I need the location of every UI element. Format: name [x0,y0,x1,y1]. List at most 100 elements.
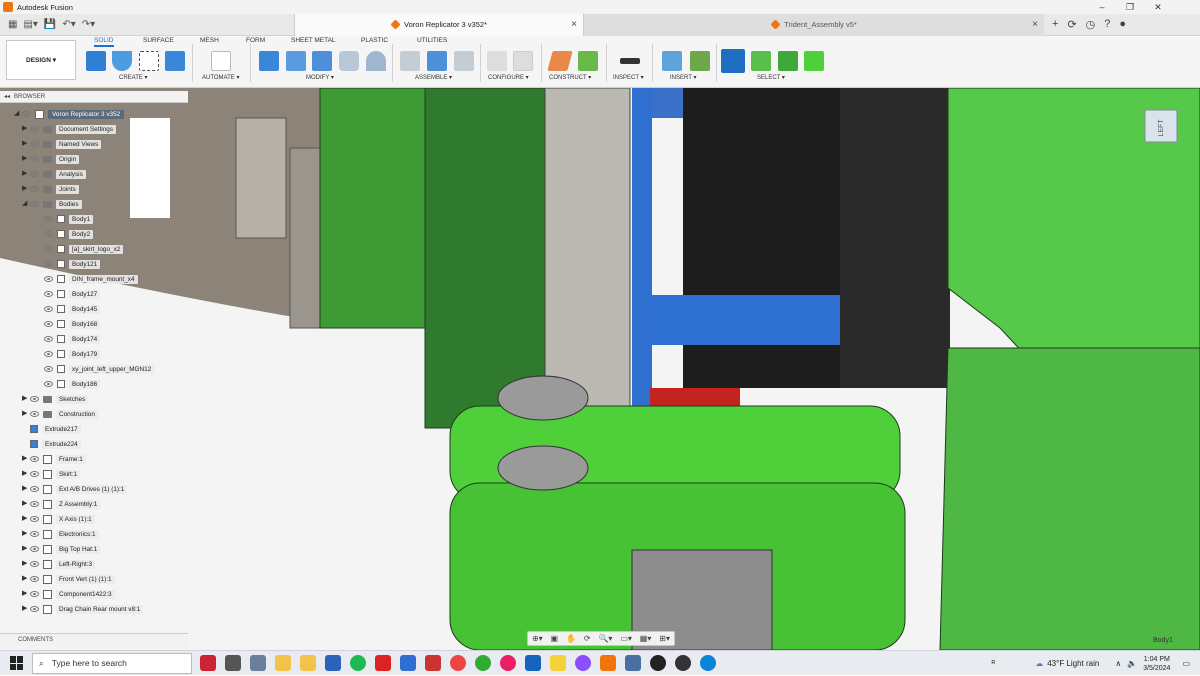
insert-mcmaster-icon[interactable] [690,51,710,71]
redo-icon[interactable]: ↷▾ [82,19,95,30]
visibility-icon[interactable] [30,546,39,552]
browser-item[interactable]: ▶ Construction [22,407,98,421]
weather-icon[interactable]: ☁ [1035,659,1043,668]
visibility-icon[interactable] [44,351,53,357]
expand-arrow-icon[interactable]: ▶ [22,410,30,418]
browser-item[interactable]: Body174 [36,332,101,346]
app-icon-tools[interactable] [625,655,641,671]
workspace-switcher[interactable]: DESIGN ▾ [6,40,76,80]
browser-item[interactable]: Extrude224 [22,437,81,451]
combine-icon[interactable] [366,51,386,71]
browser-item[interactable]: ▶ Analysis [22,167,86,181]
visibility-icon[interactable] [44,366,53,372]
expand-arrow-icon[interactable]: ▶ [22,455,30,463]
browser-item[interactable]: DIN_frame_mount_x4 [36,272,138,286]
tab-close-icon[interactable]: × [571,19,577,30]
browser-item[interactable]: ▶ Z Assembly:1 [22,497,101,511]
configure-table-icon[interactable] [513,51,533,71]
browser-item[interactable]: ▶ X Axis (1):1 [22,512,95,526]
spotify-icon[interactable] [350,655,366,671]
create-more-icon[interactable] [165,51,185,71]
browser-item[interactable]: ◢ Bodies [22,197,82,211]
job-status-icon[interactable]: ⟳ [1067,18,1076,31]
insert-menu[interactable]: INSERT ▾ [670,74,696,81]
clock[interactable]: 1:04 PM 3/5/2024 [1143,655,1170,673]
collapse-icon[interactable]: ◂◂ [4,93,10,100]
slack-icon[interactable] [500,655,516,671]
grid-icon[interactable]: ▦ [8,19,17,30]
browser-item[interactable]: ▶ Named Views [22,137,102,151]
collapse-arrow-icon[interactable]: ◢ [14,110,22,118]
github-icon[interactable] [650,655,666,671]
visibility-icon[interactable] [30,171,39,177]
press-pull-icon[interactable] [259,51,279,71]
joint-icon[interactable] [400,51,420,71]
browser-item[interactable]: ▶ Ext A/B Drives (1) (1):1 [22,482,128,496]
browser-item[interactable]: xy_joint_left_upper_MGN12 [36,362,155,376]
expand-arrow-icon[interactable]: ◢ [22,200,30,208]
visibility-icon[interactable] [30,156,39,162]
fillet-icon[interactable] [286,51,306,71]
tab-close-icon[interactable]: × [1032,19,1038,30]
select-body-icon[interactable] [751,51,771,71]
browser-item[interactable]: Body127 [36,287,101,301]
visibility-icon[interactable] [30,471,39,477]
construct-menu[interactable]: CONSTRUCT ▾ [549,74,591,81]
select-component-icon[interactable] [804,51,824,71]
browser-item[interactable]: Extrude217 [22,422,81,436]
select-menu[interactable]: SELECT ▾ [757,74,785,81]
tab-utilities[interactable]: UTILITIES [417,37,447,44]
select-icon[interactable] [721,49,745,73]
chrome-alt-icon[interactable] [475,655,491,671]
windows-start-icon[interactable] [10,656,24,670]
visibility-icon[interactable] [30,531,39,537]
visibility-icon[interactable] [30,606,39,612]
visibility-icon[interactable] [30,126,39,132]
tab-voron-replicator[interactable]: Voron Replicator 3 v352* × [294,13,584,36]
tab-solid[interactable]: SOLID [94,37,114,47]
browser-item[interactable]: Body179 [36,347,101,361]
comments-panel[interactable]: COMMENTS [0,633,188,646]
measure-icon[interactable] [620,58,640,64]
visibility-icon[interactable] [44,336,53,342]
automate-menu[interactable]: AUTOMATE ▾ [202,74,239,81]
expand-arrow-icon[interactable]: ▶ [22,500,30,508]
expand-arrow-icon[interactable]: ▶ [22,530,30,538]
visibility-icon[interactable] [30,516,39,522]
configure-icon[interactable] [487,51,507,71]
fusion-taskbar-icon[interactable] [600,655,616,671]
edge-icon[interactable] [700,655,716,671]
tab-mesh[interactable]: MESH [200,37,219,44]
modify-menu[interactable]: MODIFY ▾ [306,74,334,81]
visibility-icon[interactable] [44,291,53,297]
assemble-menu[interactable]: ASSEMBLE ▾ [415,74,452,81]
browser-item[interactable]: ▶ Drag Chain Rear mount v8:1 [22,602,144,616]
avatar[interactable]: ● [1119,18,1126,31]
visibility-icon[interactable] [22,111,31,117]
look-at-icon[interactable]: ▣ [551,634,559,643]
new-component-icon[interactable] [86,51,106,71]
app-icon-calculator[interactable] [325,655,341,671]
expand-arrow-icon[interactable]: ▶ [22,545,30,553]
orbit-icon[interactable]: ⊕▾ [532,634,543,643]
visibility-icon[interactable] [30,456,39,462]
browser-item[interactable]: Body121 [36,257,101,271]
visibility-icon[interactable] [30,141,39,147]
task-view-icon[interactable] [225,655,241,671]
tab-surface[interactable]: SURFACE [143,37,174,44]
notification-center-icon[interactable]: ▭ [1182,659,1190,668]
pan-icon[interactable]: ✋ [566,634,576,643]
people-icon[interactable]: ᴿ [992,659,996,668]
tray-overflow-icon[interactable]: ∧ [1115,659,1121,668]
minimize-button[interactable]: – [1088,0,1116,14]
visibility-icon[interactable] [44,231,53,237]
app-icon-autodesk[interactable] [375,655,391,671]
zoom-icon[interactable]: ⟳ [584,634,591,643]
volume-icon[interactable]: 🔈 [1127,659,1137,668]
undo-icon[interactable]: ↶▾ [62,19,75,30]
browser-item[interactable]: ▶ Front Vert (1) (1):1 [22,572,115,586]
expand-arrow-icon[interactable]: ▶ [22,575,30,583]
shell-icon[interactable] [339,51,359,71]
visibility-icon[interactable] [44,276,53,282]
expand-arrow-icon[interactable]: ▶ [22,560,30,568]
